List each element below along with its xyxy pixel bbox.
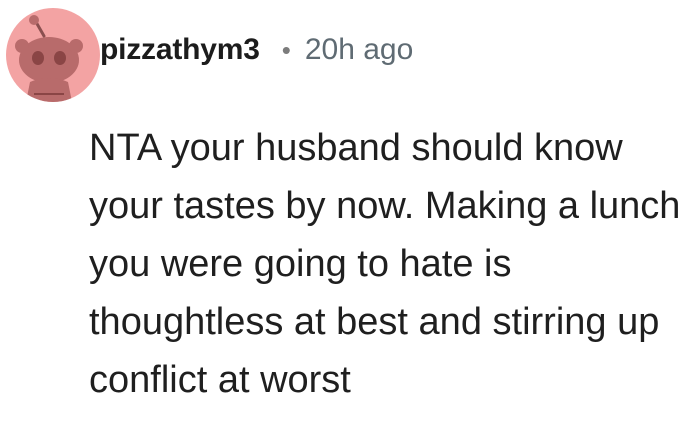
reddit-snoo-avatar-icon (15, 15, 83, 102)
user-avatar[interactable] (6, 8, 100, 102)
comment-meta: pizzathym3 • 20h ago (100, 28, 413, 72)
comment-card: pizzathym3 • 20h ago NTA your husband sh… (0, 0, 700, 422)
username-link[interactable]: pizzathym3 (100, 33, 260, 67)
comment-timestamp[interactable]: 20h ago (305, 33, 413, 67)
comment-body: NTA your husband should know your tastes… (89, 127, 681, 401)
meta-separator: • (281, 34, 291, 65)
